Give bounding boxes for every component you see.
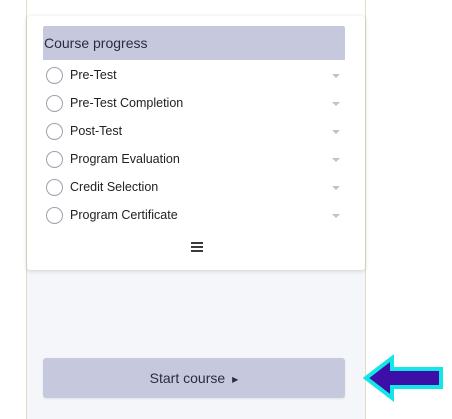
empty-circle-icon bbox=[46, 151, 63, 168]
step-label: Credit Selection bbox=[70, 180, 159, 194]
step-label: Pre-Test Completion bbox=[70, 96, 184, 110]
sidebar-top-spacer bbox=[27, 0, 365, 16]
course-progress-card: Course progress Pre-Test Pre-Test Comple… bbox=[27, 16, 365, 270]
empty-circle-icon bbox=[46, 179, 63, 196]
hamburger-icon[interactable] bbox=[191, 242, 203, 252]
empty-circle-icon bbox=[46, 123, 63, 140]
progress-step-credit-selection[interactable]: Credit Selection bbox=[27, 175, 365, 203]
step-label: Program Certificate bbox=[70, 208, 178, 222]
progress-step-post-test[interactable]: Post-Test bbox=[27, 119, 365, 147]
start-course-button[interactable]: Start course ▶ bbox=[43, 358, 345, 398]
step-label: Pre-Test bbox=[70, 68, 117, 82]
progress-step-pre-test-completion[interactable]: Pre-Test Completion bbox=[27, 91, 365, 119]
step-label: Post-Test bbox=[70, 124, 123, 138]
caret-right-icon: ▶ bbox=[232, 375, 239, 384]
caret-down-icon[interactable] bbox=[332, 130, 340, 134]
progress-step-list: Pre-Test Pre-Test Completion Post-Test P… bbox=[27, 63, 365, 231]
caret-down-icon[interactable] bbox=[332, 158, 340, 162]
caret-down-icon[interactable] bbox=[332, 74, 340, 78]
progress-step-pre-test[interactable]: Pre-Test bbox=[27, 63, 365, 91]
caret-down-icon[interactable] bbox=[332, 214, 340, 218]
progress-step-program-certificate[interactable]: Program Certificate bbox=[27, 203, 365, 231]
left-arrow-icon bbox=[362, 353, 443, 403]
course-sidebar: Course progress Pre-Test Pre-Test Comple… bbox=[26, 0, 366, 419]
step-label: Program Evaluation bbox=[70, 152, 180, 166]
empty-circle-icon bbox=[46, 207, 63, 224]
caret-down-icon[interactable] bbox=[332, 186, 340, 190]
empty-circle-icon bbox=[46, 67, 63, 84]
caret-down-icon[interactable] bbox=[332, 102, 340, 106]
empty-circle-icon bbox=[46, 95, 63, 112]
start-course-label: Start course bbox=[149, 370, 226, 386]
progress-step-program-evaluation[interactable]: Program Evaluation bbox=[27, 147, 365, 175]
course-progress-title: Course progress bbox=[43, 26, 345, 60]
